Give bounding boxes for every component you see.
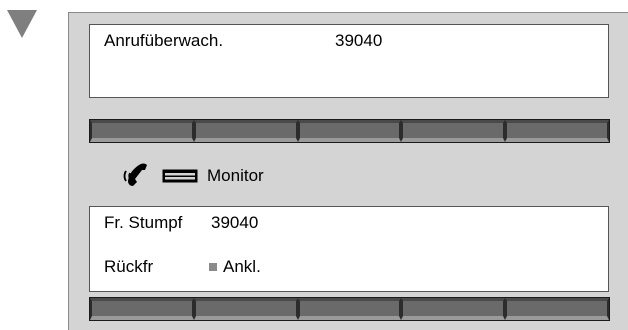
softkey-top-5[interactable]	[505, 120, 609, 142]
phone-panel: Anrufüberwach. 39040 Monitor Fr. Stumpf …	[68, 12, 628, 330]
softkey-bottom-1[interactable]	[90, 298, 194, 320]
handset-icon	[123, 163, 147, 186]
monitor-label[interactable]: Monitor	[207, 166, 264, 186]
softkey-bottom-5[interactable]	[505, 298, 609, 320]
softkey-top-4[interactable]	[401, 120, 506, 142]
monitor-key-icon	[162, 169, 198, 183]
caller-name: Fr. Stumpf	[104, 213, 183, 232]
top-display: Anrufüberwach. 39040	[89, 24, 609, 98]
display-number: 39040	[335, 31, 383, 50]
selection-marker-icon	[209, 263, 217, 271]
display-title: Anrufüberwach.	[104, 31, 224, 50]
softkey-bar-top	[89, 119, 610, 143]
softkey-bottom-2[interactable]	[193, 298, 298, 320]
caller-number: 39040	[211, 213, 259, 232]
softkey-top-1[interactable]	[90, 120, 194, 142]
scroll-down-indicator-icon[interactable]	[7, 10, 37, 40]
bottom-display: Fr. Stumpf 39040 Rückfr Ankl.	[89, 206, 609, 292]
softkey-top-2[interactable]	[193, 120, 298, 142]
option-rueckfr[interactable]: Rückfr	[104, 257, 153, 277]
option-ankl[interactable]: Ankl.	[223, 257, 261, 277]
softkey-bar-bottom	[89, 297, 610, 321]
softkey-bottom-4[interactable]	[401, 298, 506, 320]
softkey-top-3[interactable]	[297, 120, 402, 142]
softkey-bottom-3[interactable]	[297, 298, 402, 320]
